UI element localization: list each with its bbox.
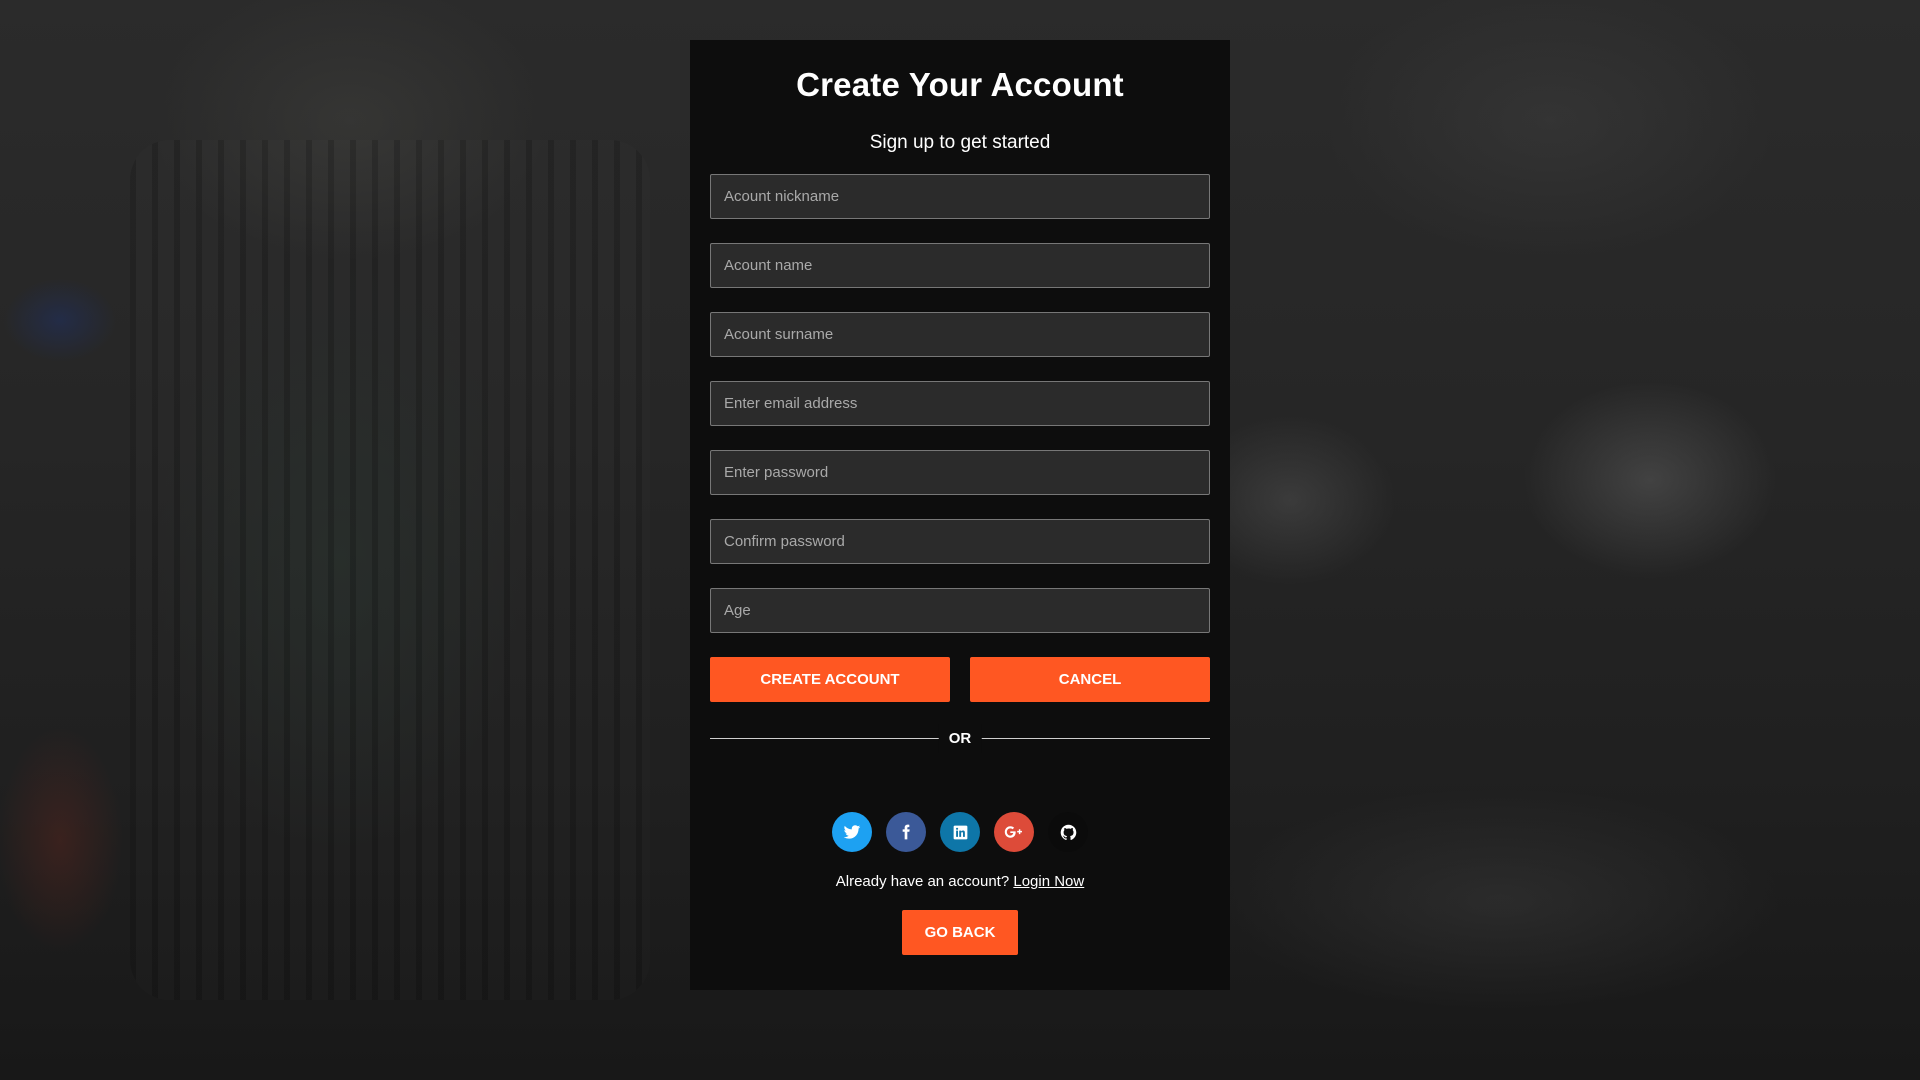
page-subtitle: Sign up to get started bbox=[869, 132, 1051, 153]
facebook-icon bbox=[902, 824, 910, 840]
go-back-wrapper: GO BACK bbox=[710, 910, 1210, 955]
surname-field[interactable] bbox=[710, 312, 1210, 357]
name-field[interactable] bbox=[710, 243, 1210, 288]
github-login-button[interactable] bbox=[1048, 812, 1088, 852]
cancel-button[interactable]: CANCEL bbox=[970, 657, 1210, 702]
login-now-link[interactable]: Login Now bbox=[1013, 873, 1084, 890]
go-back-button[interactable]: GO BACK bbox=[902, 910, 1018, 955]
google-plus-icon bbox=[1004, 826, 1022, 838]
email-field[interactable] bbox=[710, 381, 1210, 426]
signup-panel: Create Your Account Sign up to get start… bbox=[690, 40, 1230, 990]
facebook-login-button[interactable] bbox=[886, 812, 926, 852]
nickname-field[interactable] bbox=[710, 174, 1210, 219]
create-account-button[interactable]: CREATE ACCOUNT bbox=[710, 657, 950, 702]
password-field[interactable] bbox=[710, 450, 1210, 495]
divider-label: OR bbox=[938, 724, 982, 753]
twitter-icon bbox=[843, 825, 861, 839]
linkedin-login-button[interactable] bbox=[940, 812, 980, 852]
login-prompt-text: Already have an account? bbox=[835, 873, 1010, 890]
social-login-list bbox=[710, 812, 1210, 852]
background-shape bbox=[130, 140, 650, 1000]
confirm-password-field[interactable] bbox=[710, 519, 1210, 564]
login-prompt-line: Already have an account? Login Now bbox=[710, 873, 1210, 890]
page-title: Create Your Account bbox=[796, 66, 1124, 103]
linkedin-icon bbox=[953, 825, 967, 839]
form-actions: CREATE ACCOUNT CANCEL bbox=[710, 657, 1210, 702]
github-icon bbox=[1060, 824, 1076, 840]
age-field[interactable] bbox=[710, 588, 1210, 633]
twitter-login-button[interactable] bbox=[832, 812, 872, 852]
or-divider: OR bbox=[710, 724, 1210, 754]
signup-form: CREATE ACCOUNT CANCEL bbox=[710, 174, 1210, 702]
google-plus-login-button[interactable] bbox=[994, 812, 1034, 852]
